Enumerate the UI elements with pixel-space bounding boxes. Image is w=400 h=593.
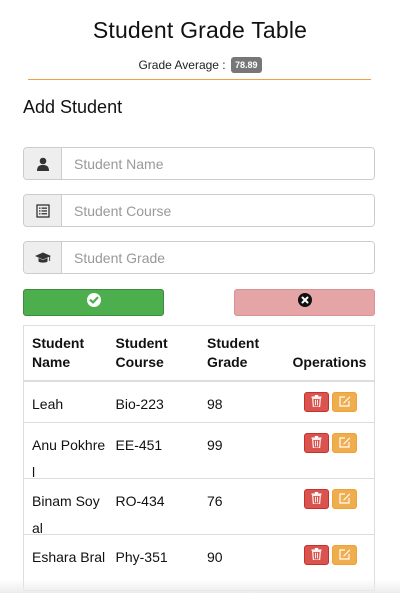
times-circle-icon bbox=[297, 292, 313, 313]
header-student-grade: Student Grade bbox=[207, 335, 260, 370]
trash-icon bbox=[311, 547, 322, 563]
student-name-group bbox=[23, 147, 375, 180]
user-icon bbox=[24, 148, 62, 179]
student-course-input[interactable] bbox=[62, 195, 374, 226]
student-grade-input[interactable] bbox=[62, 242, 374, 273]
trash-icon bbox=[311, 491, 322, 507]
delete-button[interactable] bbox=[304, 392, 329, 412]
delete-button[interactable] bbox=[304, 433, 329, 453]
student-course-group bbox=[23, 194, 375, 227]
add-student-heading: Add Student bbox=[23, 97, 123, 117]
edit-button[interactable] bbox=[332, 392, 357, 412]
graduation-cap-icon bbox=[24, 242, 62, 273]
edit-icon bbox=[338, 394, 351, 410]
add-student-button[interactable] bbox=[23, 289, 164, 316]
cancel-button[interactable] bbox=[234, 289, 375, 316]
operations-cell bbox=[284, 479, 374, 534]
table-row: Leah Bio-223 98 bbox=[24, 382, 374, 423]
student-grade-cell: 99 bbox=[206, 437, 223, 453]
student-name-input[interactable] bbox=[62, 148, 374, 179]
grade-average-label: Grade Average : bbox=[138, 58, 226, 72]
grade-average-row: Grade Average : 78.89 bbox=[0, 57, 400, 73]
table-header-row: Student Name Student Course Student Grad… bbox=[24, 326, 374, 382]
header-operations: Operations bbox=[292, 354, 367, 370]
trash-icon bbox=[311, 394, 322, 410]
delete-button[interactable] bbox=[304, 489, 329, 509]
edit-icon bbox=[338, 435, 351, 451]
student-grade-group bbox=[23, 241, 375, 274]
student-course-cell: RO-434 bbox=[115, 493, 165, 509]
operations-cell bbox=[284, 382, 374, 422]
table-row: Binam Soyal RO-434 76 bbox=[24, 479, 374, 536]
student-course-cell: EE-451 bbox=[115, 437, 163, 453]
edit-button[interactable] bbox=[332, 433, 357, 453]
grade-average-badge: 78.89 bbox=[230, 57, 262, 73]
operations-cell bbox=[284, 423, 374, 478]
student-course-cell: Bio-223 bbox=[115, 396, 164, 412]
student-name-cell: Leah bbox=[32, 396, 64, 412]
edit-button[interactable] bbox=[332, 489, 357, 509]
page-title: Student Grade Table bbox=[92, 17, 308, 43]
student-grade-cell: 76 bbox=[206, 493, 223, 509]
header-student-name: Student Name bbox=[32, 335, 85, 370]
student-name-cell: Binam Soyal bbox=[32, 493, 100, 536]
edit-button[interactable] bbox=[332, 545, 357, 565]
student-name-cell: Anu Pokhrel bbox=[32, 437, 106, 480]
header-divider bbox=[28, 79, 371, 80]
table-row: Anu Pokhrel EE-451 99 bbox=[24, 423, 374, 480]
check-circle-icon bbox=[86, 292, 102, 313]
bottom-scroll-fade bbox=[0, 579, 400, 593]
trash-icon bbox=[311, 435, 322, 451]
header-student-course: Student Course bbox=[115, 335, 168, 370]
delete-button[interactable] bbox=[304, 545, 329, 565]
student-grade-cell: 98 bbox=[206, 396, 223, 412]
edit-icon bbox=[338, 491, 351, 507]
student-grade-table: Student Name Student Course Student Grad… bbox=[23, 325, 375, 591]
edit-icon bbox=[338, 547, 351, 563]
list-alt-icon bbox=[24, 195, 62, 226]
